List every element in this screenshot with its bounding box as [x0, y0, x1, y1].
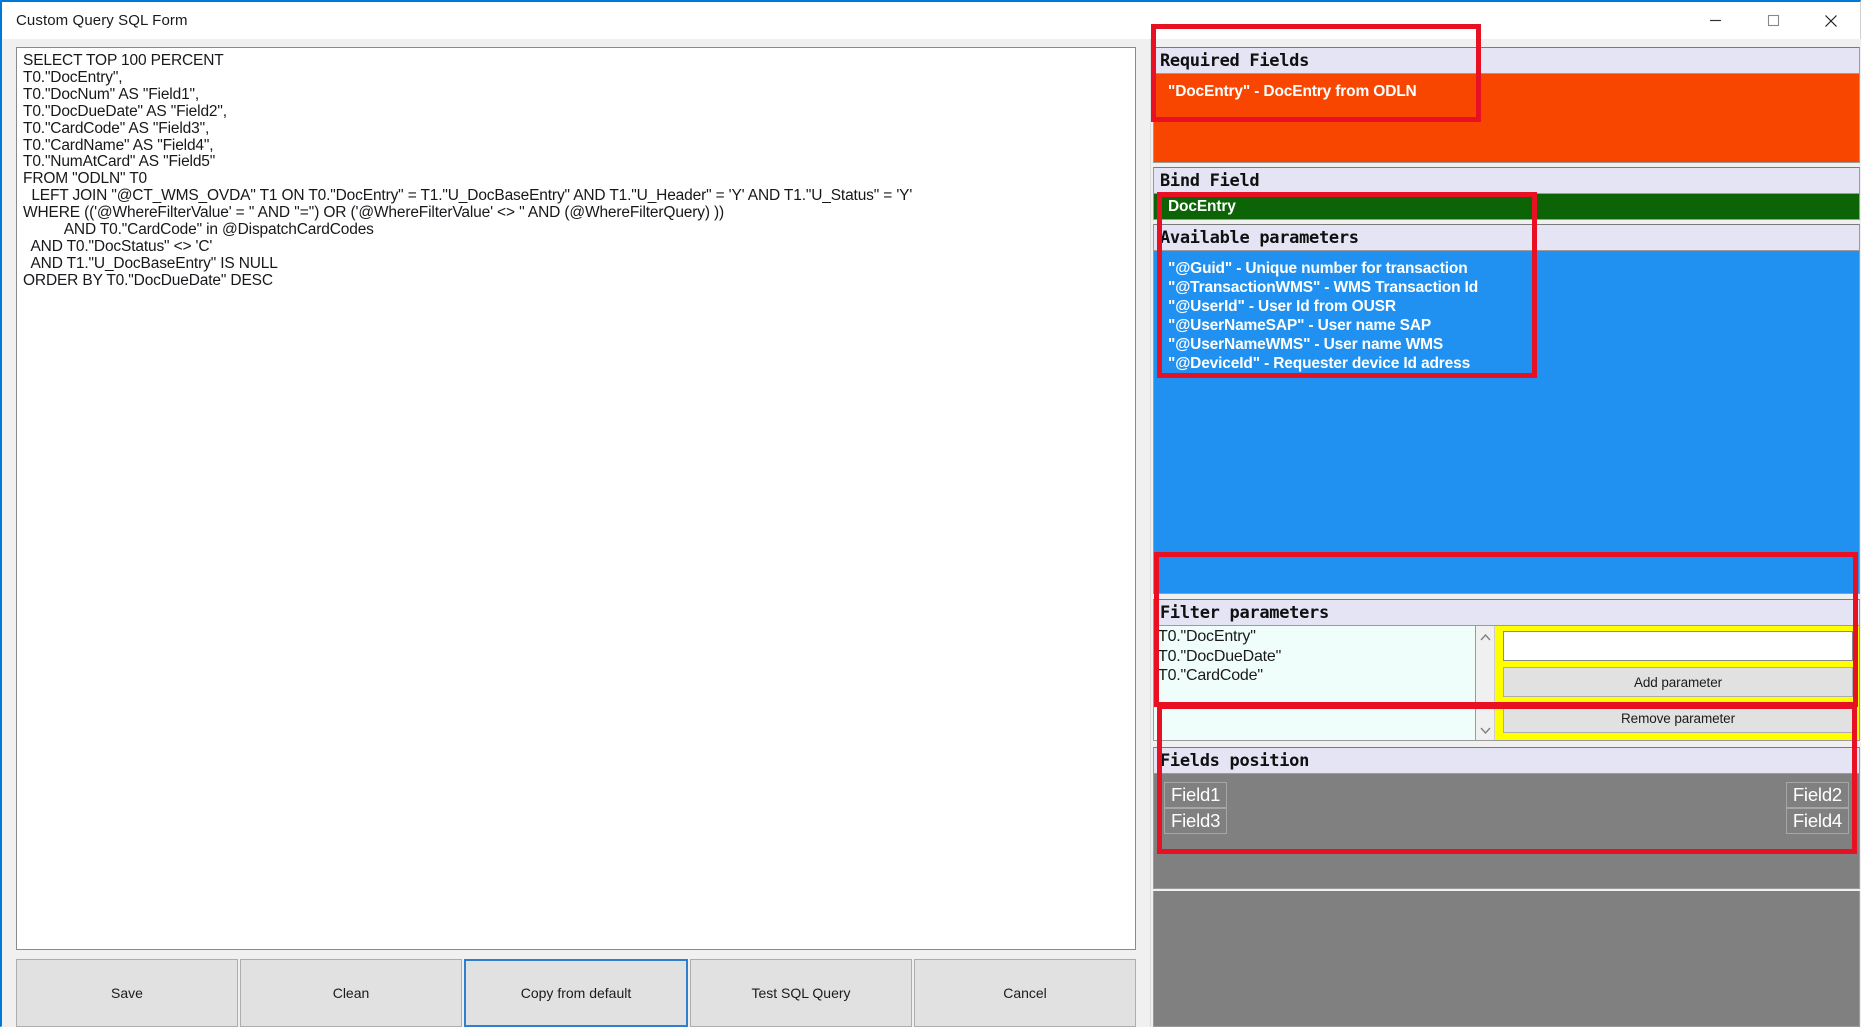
fields-position-left-column: Field1 Field3	[1164, 782, 1227, 834]
field-chip-field3[interactable]: Field3	[1164, 808, 1227, 834]
available-parameter-row[interactable]: "@Guid" - Unique number for transaction	[1154, 259, 1859, 278]
save-button[interactable]: Save	[16, 959, 238, 1027]
window-controls	[1686, 2, 1860, 39]
required-fields-header: Required Fields	[1154, 48, 1859, 74]
close-button[interactable]	[1802, 2, 1860, 39]
bind-field-body: DocEntry	[1154, 194, 1859, 220]
available-parameter-row[interactable]: "@UserId" - User Id from OUSR	[1154, 297, 1859, 316]
chevron-down-icon[interactable]	[1476, 721, 1495, 739]
available-parameters-header: Available parameters	[1154, 225, 1859, 251]
add-parameter-button[interactable]: Add parameter	[1503, 667, 1853, 697]
filter-parameters-controls: Add parameter Remove parameter	[1495, 626, 1859, 741]
required-fields-body: "DocEntry" - DocEntry from ODLN	[1154, 74, 1859, 163]
available-parameters-grid: Available parameters "@Guid" - Unique nu…	[1153, 224, 1860, 594]
fields-position-panel: Fields position Field1 Field3 Field2 Fie…	[1153, 747, 1860, 889]
chevron-up-icon[interactable]	[1476, 628, 1495, 646]
available-parameter-row[interactable]: "@TransactionWMS" - WMS Transaction Id	[1154, 278, 1859, 297]
list-item[interactable]: T0."CardCode"	[1158, 666, 1475, 686]
fields-position-overflow-area	[1153, 891, 1860, 1027]
parameter-input[interactable]	[1503, 631, 1853, 661]
list-item[interactable]: T0."DocDueDate"	[1158, 647, 1475, 667]
clean-button[interactable]: Clean	[240, 959, 462, 1027]
list-item[interactable]: T0."DocEntry"	[1158, 627, 1475, 647]
test-sql-query-button[interactable]: Test SQL Query	[690, 959, 912, 1027]
available-parameter-row[interactable]: "@UserNameSAP" - User name SAP	[1154, 316, 1859, 335]
fields-position-header: Fields position	[1154, 748, 1859, 774]
filter-parameters-panel: Filter parameters T0."DocEntry" T0."DocD…	[1153, 599, 1860, 741]
field-chip-field2[interactable]: Field2	[1786, 782, 1849, 808]
side-panel: Required Fields "DocEntry" - DocEntry fr…	[1150, 39, 1861, 1027]
sql-query-text: SELECT TOP 100 PERCENT T0."DocEntry", T0…	[17, 48, 1135, 295]
cancel-button[interactable]: Cancel	[914, 959, 1136, 1027]
field-chip-field4[interactable]: Field4	[1786, 808, 1849, 834]
copy-from-default-button[interactable]: Copy from default	[464, 959, 688, 1027]
bind-field-header: Bind Field	[1154, 168, 1859, 194]
form-body: SELECT TOP 100 PERCENT T0."DocEntry", T0…	[2, 39, 1860, 1027]
available-parameter-row[interactable]: "@UserNameWMS" - User name WMS	[1154, 335, 1859, 354]
filter-parameters-header: Filter parameters	[1154, 600, 1859, 626]
filter-list-scrollbar[interactable]	[1476, 626, 1495, 741]
window-titlebar: Custom Query SQL Form	[2, 2, 1860, 39]
minimize-button[interactable]	[1686, 2, 1744, 39]
window-title: Custom Query SQL Form	[16, 12, 188, 29]
fields-position-right-column: Field2 Field4	[1786, 782, 1849, 834]
required-fields-grid: Required Fields "DocEntry" - DocEntry fr…	[1153, 47, 1860, 163]
form-button-bar: Save Clean Copy from default Test SQL Qu…	[16, 959, 1136, 1027]
field-chip-field1[interactable]: Field1	[1164, 782, 1227, 808]
custom-query-sql-form-window: Custom Query SQL Form SELECT TOP 100 PER…	[0, 0, 1861, 1027]
maximize-button[interactable]	[1744, 2, 1802, 39]
required-field-row[interactable]: "DocEntry" - DocEntry from ODLN	[1154, 82, 1859, 101]
bind-field-grid: Bind Field DocEntry	[1153, 167, 1860, 220]
bind-field-row[interactable]: DocEntry	[1154, 197, 1859, 216]
sql-query-textarea[interactable]: SELECT TOP 100 PERCENT T0."DocEntry", T0…	[16, 47, 1136, 950]
sql-editor-pane: SELECT TOP 100 PERCENT T0."DocEntry", T0…	[2, 39, 1150, 1027]
filter-parameters-list[interactable]: T0."DocEntry" T0."DocDueDate" T0."CardCo…	[1154, 626, 1476, 741]
filter-parameters-body: T0."DocEntry" T0."DocDueDate" T0."CardCo…	[1154, 626, 1859, 741]
available-parameters-body: "@Guid" - Unique number for transaction …	[1154, 251, 1859, 594]
remove-parameter-button[interactable]: Remove parameter	[1503, 703, 1853, 733]
available-parameter-row[interactable]: "@DeviceId" - Requester device Id adress	[1154, 354, 1859, 373]
fields-position-body: Field1 Field3 Field2 Field4	[1154, 774, 1859, 889]
